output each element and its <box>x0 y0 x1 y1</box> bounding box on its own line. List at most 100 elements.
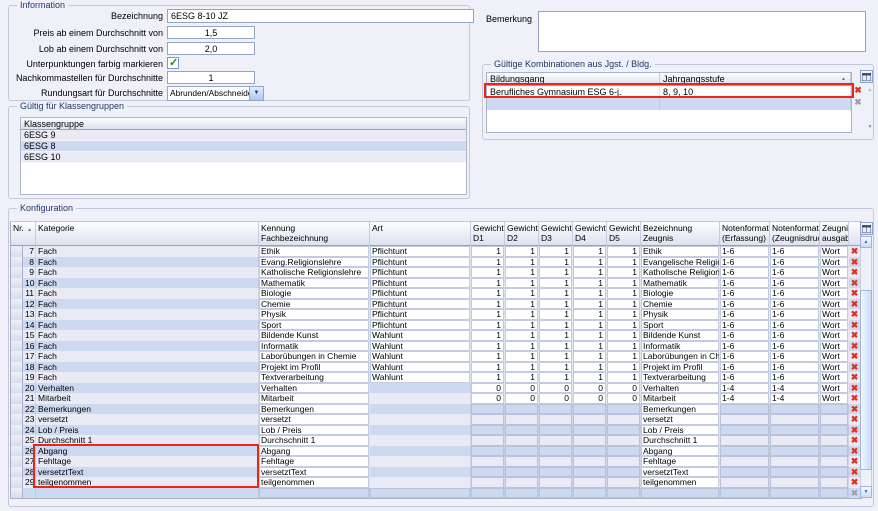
klassengruppen-column-header[interactable]: Klassengruppe <box>21 118 466 130</box>
cell-bezeichnung-zeugnis[interactable]: Lob / Preis <box>641 425 720 436</box>
cell-gewicht[interactable]: 1 <box>607 320 641 331</box>
cell-gewicht[interactable]: 1 <box>505 267 539 278</box>
konfiguration-row[interactable]: 23versetztversetztversetzt✖ <box>11 414 861 425</box>
cell-zeugnisausgabe[interactable]: Wort <box>820 320 849 331</box>
cell-bezeichnung-zeugnis[interactable]: Katholische Religionslehre <box>641 267 720 278</box>
dropdown-arrow-icon[interactable]: ▼ <box>249 87 263 100</box>
cell-gewicht[interactable]: 0 <box>539 383 573 394</box>
cell-gewicht[interactable]: 1 <box>573 309 607 320</box>
cell-bezeichnung-zeugnis[interactable]: Projekt im Profil <box>641 362 720 373</box>
cell-gewicht[interactable]: 1 <box>573 330 607 341</box>
konfiguration-row[interactable]: 20VerhaltenVerhalten00000Verhalten1-41-4… <box>11 383 861 394</box>
cell-gewicht[interactable]: 1 <box>539 372 573 383</box>
cell-gewicht[interactable]: 1 <box>471 341 505 352</box>
konfiguration-row[interactable]: 11FachBiologiePflichtunt11111Biologie1-6… <box>11 288 861 299</box>
cell-art[interactable]: Pflichtunt <box>370 309 471 320</box>
delete-row-button[interactable]: ✖ <box>851 414 859 424</box>
cell-bezeichnung-zeugnis[interactable]: Biologie <box>641 288 720 299</box>
cell-gewicht[interactable]: 1 <box>573 267 607 278</box>
column-header-notenformat-erfassung[interactable]: Notenformat (Erfassung) <box>720 222 770 246</box>
cell-gewicht[interactable]: 1 <box>505 309 539 320</box>
cell-kennung[interactable]: Projekt im Profil <box>259 362 370 373</box>
cell-bezeichnung-zeugnis[interactable]: Abgang <box>641 446 720 457</box>
cell-bezeichnung-zeugnis[interactable]: Sport <box>641 320 720 331</box>
column-header-kennung[interactable]: Kennung Fachbezeichnung <box>259 222 370 246</box>
cell-zeugnisausgabe[interactable]: Wort <box>820 257 849 268</box>
cell-art[interactable]: Pflichtunt <box>370 257 471 268</box>
cell-bezeichnung-zeugnis[interactable]: Bildende Kunst <box>641 330 720 341</box>
scroll-up-button[interactable]: ▲ <box>860 236 872 248</box>
cell-notenformat-zeugnisdruck[interactable]: 1-6 <box>770 288 820 299</box>
cell-notenformat-erfassung[interactable]: 1-6 <box>720 278 770 289</box>
konfiguration-row[interactable]: 26AbgangAbgangAbgang✖ <box>11 446 861 457</box>
cell-gewicht[interactable]: 1 <box>471 351 505 362</box>
cell-kennung[interactable]: Fehltage <box>259 456 370 467</box>
cell-gewicht[interactable]: 1 <box>505 351 539 362</box>
cell-notenformat-zeugnisdruck[interactable]: 1-4 <box>770 393 820 404</box>
cell-bildungsgang[interactable]: Berufliches Gymnasium ESG 6-j. <box>487 86 660 98</box>
cell-art[interactable]: Pflichtunt <box>370 288 471 299</box>
cell-notenformat-erfassung[interactable]: 1-6 <box>720 267 770 278</box>
preis-input[interactable] <box>167 26 255 39</box>
delete-row-button[interactable]: ✖ <box>851 425 859 435</box>
cell-gewicht[interactable]: 1 <box>573 299 607 310</box>
cell-kennung[interactable]: Mathematik <box>259 278 370 289</box>
delete-row-button[interactable]: ✖ <box>851 257 859 267</box>
cell-notenformat-zeugnisdruck[interactable]: 1-6 <box>770 341 820 352</box>
cell-bezeichnung-zeugnis[interactable]: Durchschnitt 1 <box>641 435 720 446</box>
scroll-down-icon[interactable]: ▼ <box>864 122 876 133</box>
cell-notenformat-zeugnisdruck[interactable]: 1-6 <box>770 320 820 331</box>
column-header-gewicht-d4[interactable]: Gewicht D4 <box>573 222 607 246</box>
cell-gewicht[interactable]: 1 <box>539 309 573 320</box>
cell-jahrgangsstufe[interactable]: 8, 9, 10 <box>660 86 851 98</box>
cell-notenformat-erfassung[interactable]: 1-6 <box>720 309 770 320</box>
cell-bezeichnung-zeugnis[interactable]: Laborübungen in Chemie <box>641 351 720 362</box>
cell-art[interactable]: Pflichtunt <box>370 278 471 289</box>
cell-kennung[interactable]: Laborübungen in Chemie <box>259 351 370 362</box>
scrollbar-thumb[interactable] <box>860 290 872 470</box>
cell-gewicht[interactable]: 1 <box>573 341 607 352</box>
cell-notenformat-erfassung[interactable]: 1-6 <box>720 330 770 341</box>
cell-notenformat-erfassung[interactable]: 1-6 <box>720 257 770 268</box>
cell-zeugnisausgabe[interactable]: Wort <box>820 246 849 257</box>
cell-notenformat-erfassung[interactable]: 1-6 <box>720 341 770 352</box>
cell-gewicht[interactable]: 1 <box>607 309 641 320</box>
cell-art[interactable]: Wahlunt <box>370 351 471 362</box>
cell-art[interactable]: Pflichtunt <box>370 267 471 278</box>
cell-notenformat-erfassung[interactable]: 1-6 <box>720 288 770 299</box>
konfiguration-row[interactable]: 15FachBildende KunstWahlunt11111Bildende… <box>11 330 861 341</box>
cell-gewicht[interactable]: 1 <box>505 330 539 341</box>
field-chooser-button[interactable] <box>860 222 873 235</box>
cell-gewicht[interactable]: 1 <box>573 351 607 362</box>
cell-gewicht[interactable]: 1 <box>573 362 607 373</box>
scroll-down-button[interactable]: ▼ <box>860 486 872 498</box>
cell-bezeichnung-zeugnis[interactable]: Bemerkungen <box>641 404 720 415</box>
cell-notenformat-zeugnisdruck[interactable]: 1-6 <box>770 246 820 257</box>
cell-gewicht[interactable]: 1 <box>505 299 539 310</box>
cell-kennung[interactable]: teilgenommen <box>259 477 370 488</box>
column-header-gewicht-d3[interactable]: Gewicht D3 <box>539 222 573 246</box>
lob-input[interactable] <box>167 42 255 55</box>
cell-zeugnisausgabe[interactable]: Wort <box>820 278 849 289</box>
cell-gewicht[interactable]: 1 <box>539 278 573 289</box>
cell-notenformat-zeugnisdruck[interactable]: 1-6 <box>770 362 820 373</box>
cell-gewicht[interactable]: 1 <box>471 309 505 320</box>
cell-notenformat-erfassung[interactable]: 1-6 <box>720 299 770 310</box>
konfiguration-row[interactable]: 7FachEthikPflichtunt11111Ethik1-61-6Wort… <box>11 246 861 257</box>
cell-notenformat-zeugnisdruck[interactable]: 1-6 <box>770 351 820 362</box>
cell-gewicht[interactable]: 1 <box>607 362 641 373</box>
cell-kennung[interactable]: Biologie <box>259 288 370 299</box>
cell-gewicht[interactable]: 0 <box>607 383 641 394</box>
cell-gewicht[interactable]: 1 <box>471 257 505 268</box>
column-header-art[interactable]: Art <box>370 222 471 246</box>
cell-gewicht[interactable]: 1 <box>573 246 607 257</box>
cell-gewicht[interactable]: 1 <box>573 278 607 289</box>
cell-kennung[interactable]: Abgang <box>259 446 370 457</box>
delete-row-button[interactable]: ✖ <box>851 456 859 466</box>
delete-row-button[interactable]: ✖ <box>851 341 859 351</box>
delete-row-button[interactable]: ✖ <box>851 351 859 361</box>
cell-kennung[interactable]: Lob / Preis <box>259 425 370 436</box>
cell-bezeichnung-zeugnis[interactable]: Textverarbeitung <box>641 372 720 383</box>
delete-row-button[interactable]: ✖ <box>851 309 859 319</box>
cell-zeugnisausgabe[interactable]: Wort <box>820 341 849 352</box>
